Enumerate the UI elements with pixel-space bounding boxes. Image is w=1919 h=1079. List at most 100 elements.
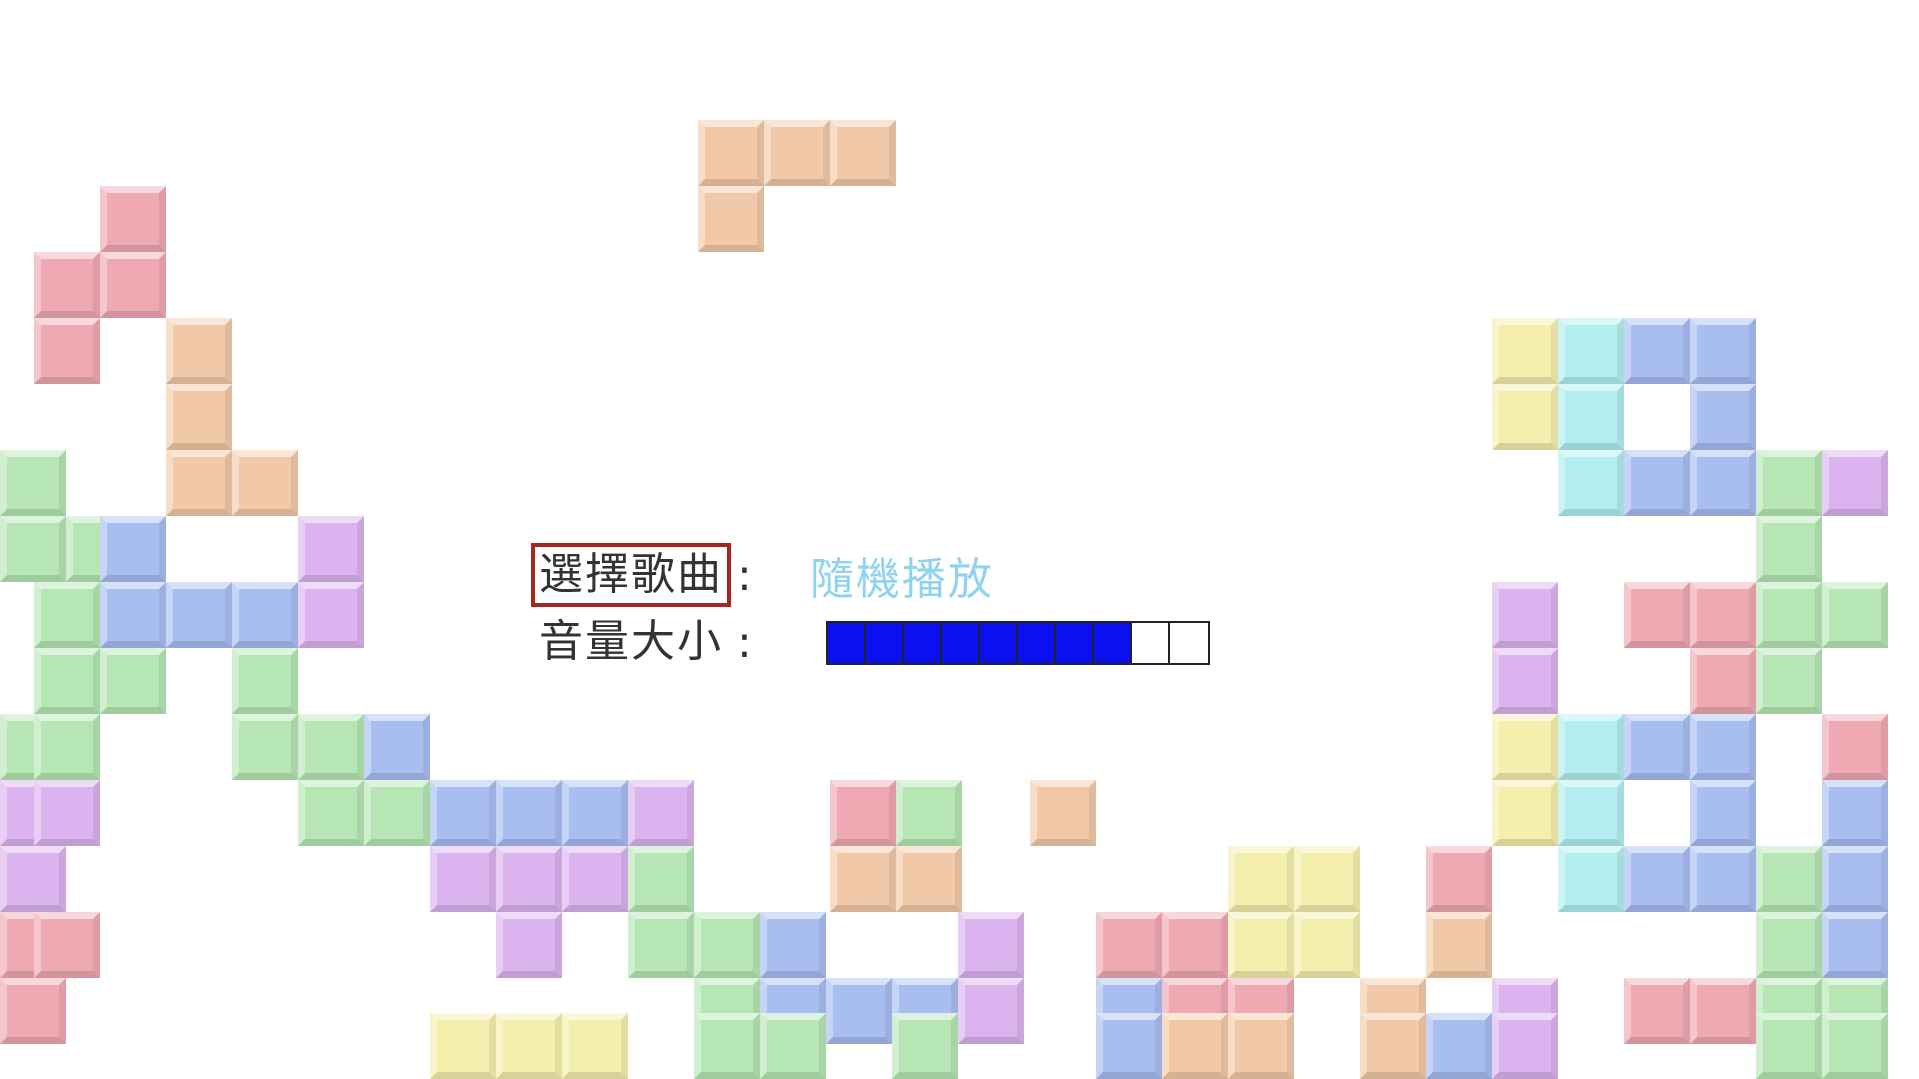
song-select-row[interactable]: 選擇歌曲 : 隨機播放: [531, 543, 994, 607]
tetris-block: [34, 714, 100, 780]
tetris-block: [1624, 714, 1690, 780]
tetris-block: [364, 714, 430, 780]
tetris-block: [100, 186, 166, 252]
tetris-block: [1558, 780, 1624, 846]
tetris-block: [628, 846, 694, 912]
tetris-block: [100, 582, 166, 648]
tetris-block: [694, 1013, 760, 1079]
volume-row[interactable]: 音量大小 :: [535, 614, 752, 670]
tetris-block: [232, 648, 298, 714]
tetris-block: [628, 912, 694, 978]
tetris-block: [1822, 582, 1888, 648]
tetris-block: [958, 978, 1024, 1044]
song-select-label[interactable]: 選擇歌曲: [531, 543, 731, 607]
tetris-block: [34, 318, 100, 384]
volume-segment[interactable]: [904, 623, 942, 663]
tetris-block: [698, 186, 764, 252]
tetris-block: [100, 648, 166, 714]
tetris-block: [496, 1013, 562, 1079]
tetris-block: [1426, 912, 1492, 978]
tetris-block: [298, 714, 364, 780]
tetris-block: [1756, 1013, 1822, 1079]
volume-segment[interactable]: [1132, 623, 1170, 663]
tetris-block: [1162, 1013, 1228, 1079]
tetris-block: [232, 582, 298, 648]
tetris-block: [1822, 714, 1888, 780]
tetris-block: [896, 780, 962, 846]
tetris-block: [694, 912, 760, 978]
tetris-block: [298, 516, 364, 582]
tetris-block: [1492, 384, 1558, 450]
tetris-block: [1228, 1013, 1294, 1079]
tetris-block: [896, 846, 962, 912]
tetris-block: [232, 450, 298, 516]
tetris-block: [764, 120, 830, 186]
tetris-block: [1690, 846, 1756, 912]
volume-segment[interactable]: [866, 623, 904, 663]
tetris-block: [1624, 450, 1690, 516]
volume-segment[interactable]: [828, 623, 866, 663]
volume-segment[interactable]: [980, 623, 1018, 663]
volume-segment[interactable]: [1056, 623, 1094, 663]
tetris-block: [1822, 1013, 1888, 1079]
volume-colon: :: [737, 616, 752, 668]
volume-label: 音量大小: [539, 616, 723, 667]
tetris-block: [1558, 714, 1624, 780]
tetris-block: [496, 912, 562, 978]
tetris-block: [1492, 582, 1558, 648]
volume-segment[interactable]: [942, 623, 980, 663]
tetris-block: [1624, 978, 1690, 1044]
tetris-block: [1228, 846, 1294, 912]
tetris-block: [1096, 1013, 1162, 1079]
tetris-block: [1690, 318, 1756, 384]
tetris-block: [1360, 1013, 1426, 1079]
volume-bar[interactable]: [826, 621, 1210, 665]
tetris-block: [298, 582, 364, 648]
tetris-block: [34, 252, 100, 318]
tetris-block: [34, 582, 100, 648]
tetris-block: [1822, 780, 1888, 846]
tetris-block: [166, 450, 232, 516]
volume-segment[interactable]: [1170, 623, 1208, 663]
tetris-block: [760, 1013, 826, 1079]
volume-segment[interactable]: [1018, 623, 1056, 663]
tetris-block: [496, 780, 562, 846]
tetris-block: [1096, 912, 1162, 978]
tetris-block: [1756, 648, 1822, 714]
tetris-block: [34, 912, 100, 978]
tetris-block: [760, 912, 826, 978]
tetris-block: [1558, 318, 1624, 384]
tetris-block: [830, 780, 896, 846]
tetris-block: [830, 846, 896, 912]
tetris-block: [430, 1013, 496, 1079]
tetris-block-background: [0, 0, 1919, 1079]
tetris-block: [0, 516, 66, 582]
tetris-block: [298, 780, 364, 846]
tetris-block: [1492, 1013, 1558, 1079]
tetris-block: [698, 120, 764, 186]
tetris-block: [1492, 780, 1558, 846]
tetris-block: [1756, 846, 1822, 912]
tetris-block: [1624, 582, 1690, 648]
tetris-block: [1426, 846, 1492, 912]
tetris-block: [1822, 846, 1888, 912]
tetris-block: [1756, 582, 1822, 648]
tetris-block: [496, 846, 562, 912]
tetris-block: [100, 252, 166, 318]
song-select-value[interactable]: 隨機播放: [810, 543, 994, 607]
tetris-block: [34, 648, 100, 714]
tetris-block: [1690, 450, 1756, 516]
tetris-block: [826, 978, 892, 1044]
tetris-block: [100, 516, 166, 582]
tetris-block: [1492, 648, 1558, 714]
tetris-block: [34, 780, 100, 846]
tetris-block: [562, 846, 628, 912]
tetris-block: [1822, 450, 1888, 516]
tetris-block: [166, 318, 232, 384]
volume-segment[interactable]: [1094, 623, 1132, 663]
tetris-block: [1690, 714, 1756, 780]
tetris-block: [1162, 912, 1228, 978]
tetris-block: [1756, 516, 1822, 582]
tetris-block: [1294, 912, 1360, 978]
tetris-block: [1822, 912, 1888, 978]
